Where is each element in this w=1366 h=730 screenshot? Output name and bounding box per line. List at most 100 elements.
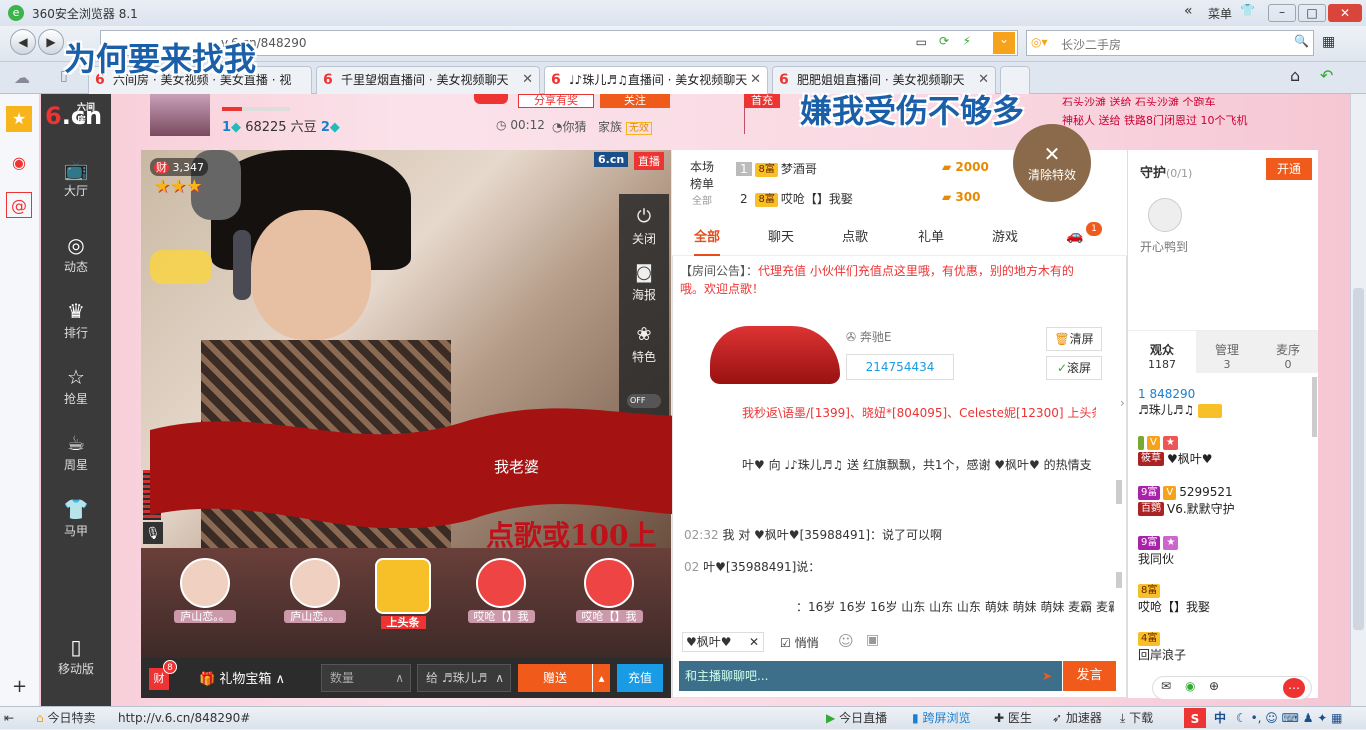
close-video-button[interactable]: ⏻ 关闭	[619, 204, 669, 247]
forward-button[interactable]: ▶	[38, 29, 64, 55]
minimize-button[interactable]: –	[1268, 4, 1296, 22]
speed-icon[interactable]: ⚡	[963, 34, 971, 48]
chat-input[interactable]: 和主播聊聊吧... ➤	[679, 661, 1062, 691]
headline-gift[interactable]: 上头条	[363, 558, 443, 630]
rank-row[interactable]: 1 8富 梦酒哥	[736, 160, 817, 177]
close-tab-icon[interactable]: ✕	[750, 67, 761, 93]
nav-weekly-star[interactable]: ☕ 周星	[41, 430, 111, 473]
rank-title[interactable]: 本场 榜单 全部	[690, 158, 714, 207]
image-icon[interactable]: ▣	[866, 632, 879, 648]
daily-deals-link[interactable]: ⌂ 今日特卖	[36, 707, 95, 729]
clear-screen-button[interactable]: 🗑清屏	[1046, 327, 1102, 351]
rank-row[interactable]: 2 8富 哎呛【】我娶	[736, 190, 853, 207]
tab-managers[interactable]: 管理 3	[1196, 331, 1258, 373]
close-window-button[interactable]: ✕	[1328, 4, 1362, 22]
nav-hall[interactable]: 📺 大厅	[41, 156, 111, 199]
event-badge-icon[interactable]: ★★★	[154, 176, 224, 216]
first-recharge-badge[interactable]: 首充	[744, 94, 780, 108]
download-link[interactable]: ⤓ 下载	[1120, 707, 1153, 729]
audience-item[interactable]: 9富 ★ 我同伙	[1138, 535, 1181, 567]
cross-screen-link[interactable]: ▮ 跨屏浏览	[912, 707, 970, 729]
tab-all[interactable]: 全部	[694, 220, 721, 256]
gift-slot[interactable]: 哎呛【】我	[461, 558, 541, 624]
poster-button[interactable]: ◙ 海报	[619, 260, 669, 303]
chat-scrollbar[interactable]	[1116, 480, 1122, 504]
effects-button[interactable]: ❀ 特色	[619, 322, 669, 365]
close-icon[interactable]: ✕	[749, 633, 759, 651]
car-owner-id[interactable]: 214754434	[846, 354, 954, 380]
send-message-button[interactable]: 发言	[1063, 661, 1116, 691]
chat-bubble-icon[interactable]: …	[1283, 678, 1305, 698]
tab-songs[interactable]: 点歌	[842, 220, 868, 256]
audience-item[interactable]: 8富 哎呛【】我娶	[1138, 583, 1210, 615]
guard-badge-icon[interactable]	[150, 250, 212, 284]
sogou-ime-icon[interactable]: S	[1184, 708, 1206, 728]
audience-item[interactable]: 9富 V 5299521 百鹦 V6.默默守护	[1138, 485, 1235, 517]
menu-button[interactable]: 菜单	[1208, 5, 1232, 22]
favorite-star-icon[interactable]: ★	[6, 106, 32, 132]
page-scrollbar[interactable]	[1350, 94, 1366, 706]
guard-avatar[interactable]	[1148, 198, 1182, 232]
anchor-avatar[interactable]	[150, 94, 210, 136]
send-gift-button[interactable]: 赠送 ▴	[518, 664, 610, 692]
recharge-button[interactable]: 充值	[617, 664, 663, 692]
tab-chat[interactable]: 聊天	[768, 220, 794, 256]
emoji-icon[interactable]: ☺	[838, 632, 854, 650]
whisper-checkbox[interactable]: ☑ 悄悄	[780, 634, 819, 651]
history-dropdown-icon[interactable]: ⌄	[993, 32, 1015, 54]
nav-rank[interactable]: ♛ 排行	[41, 298, 111, 341]
cloud-icon[interactable]: ☁	[14, 68, 30, 87]
zoom-icon[interactable]: ⊕	[1209, 679, 1219, 693]
recipient-select[interactable]: 给 ♬珠儿♬ ∧	[417, 664, 511, 692]
chat-target-select[interactable]: ♥枫叶♥ ✕	[682, 632, 764, 652]
gift-slot[interactable]: 庐山恋。。	[275, 558, 355, 624]
open-guard-button[interactable]: 开通	[1266, 158, 1312, 180]
tab-2[interactable]: 6 千里望烟直播间 · 美女视频聊天 ✕	[316, 66, 540, 94]
tab-3[interactable]: 6 ♩♪珠儿♬♫直播间 · 美女视频聊天 ✕	[544, 66, 768, 94]
follow-button[interactable]: 关注	[600, 94, 670, 108]
refresh-icon[interactable]: ⟳	[939, 34, 949, 48]
skin-icon[interactable]: 👕	[1240, 3, 1255, 17]
paper-plane-icon[interactable]: ➤	[1042, 661, 1052, 691]
nav-mobile[interactable]: ▯ 移动版	[41, 634, 111, 677]
maximize-button[interactable]: □	[1298, 4, 1326, 22]
site-logo[interactable]: 6.cn 六间房	[45, 102, 102, 130]
weibo-icon[interactable]: ◉	[6, 150, 32, 176]
audience-item[interactable]: 1 848290 ♬珠儿♬♫	[1138, 387, 1225, 418]
audience-scrollbar[interactable]	[1312, 377, 1317, 437]
guess-link[interactable]: ◔你猜	[552, 118, 587, 135]
tab-mic-queue[interactable]: 麦序 0	[1258, 331, 1318, 373]
family-badge[interactable]: 无效	[625, 122, 652, 135]
screenshot-icon[interactable]: ▭	[916, 35, 927, 49]
back-button[interactable]: ◀	[10, 29, 36, 55]
collapse-sidebar-icon[interactable]: ⇤	[4, 707, 14, 729]
search-icon[interactable]: 🔍	[1294, 34, 1309, 48]
doctor-link[interactable]: ✚ 医生	[994, 707, 1032, 729]
shield-check-icon[interactable]: ◉	[1185, 679, 1195, 693]
ime-tools-icon[interactable]: ☾ •, ☺ ⌨ ♟ ✦ ▦	[1236, 707, 1343, 729]
scroll-screen-button[interactable]: ✓滚屏	[1046, 356, 1102, 380]
clear-effects-button[interactable]: ✕ 清除特效	[1013, 124, 1091, 202]
today-live-link[interactable]: ▶ 今日直播	[826, 707, 887, 729]
search-box[interactable]: ◎▾ 长沙二手房 🔍	[1026, 30, 1314, 56]
car-icon[interactable]: 🚗	[1066, 228, 1083, 244]
nav-vest[interactable]: 👕 马甲	[41, 496, 111, 539]
audience-item[interactable]: 4富 回岸浪子	[1138, 631, 1186, 663]
gift-slot[interactable]: 哎呛【】我	[569, 558, 649, 624]
share-button[interactable]: 分享有奖	[518, 94, 594, 108]
nav-grab-star[interactable]: ☆ 抢星	[41, 364, 111, 407]
collapse-icon[interactable]: «	[1184, 3, 1193, 19]
ime-mode[interactable]: 中	[1214, 707, 1226, 729]
nav-dynamic[interactable]: ◎ 动态	[41, 232, 111, 275]
tab-gifts[interactable]: 礼单	[918, 220, 944, 256]
undo-icon[interactable]: ↶	[1320, 66, 1333, 85]
audience-item[interactable]: V ★ 筱草 ♥枫叶♥	[1138, 435, 1213, 467]
quantity-input[interactable]: 数量 ∧	[321, 664, 411, 692]
mail-icon[interactable]: ✉	[1161, 679, 1171, 693]
add-icon[interactable]: +	[12, 676, 27, 697]
search-engine-icon[interactable]: ◎▾	[1031, 35, 1048, 49]
accelerator-link[interactable]: ➶ 加速器	[1052, 707, 1102, 729]
close-tab-icon[interactable]: ✕	[522, 67, 533, 93]
collapse-arrow-icon[interactable]: ›	[1120, 396, 1125, 410]
chat-scrollbar[interactable]	[1116, 572, 1122, 588]
